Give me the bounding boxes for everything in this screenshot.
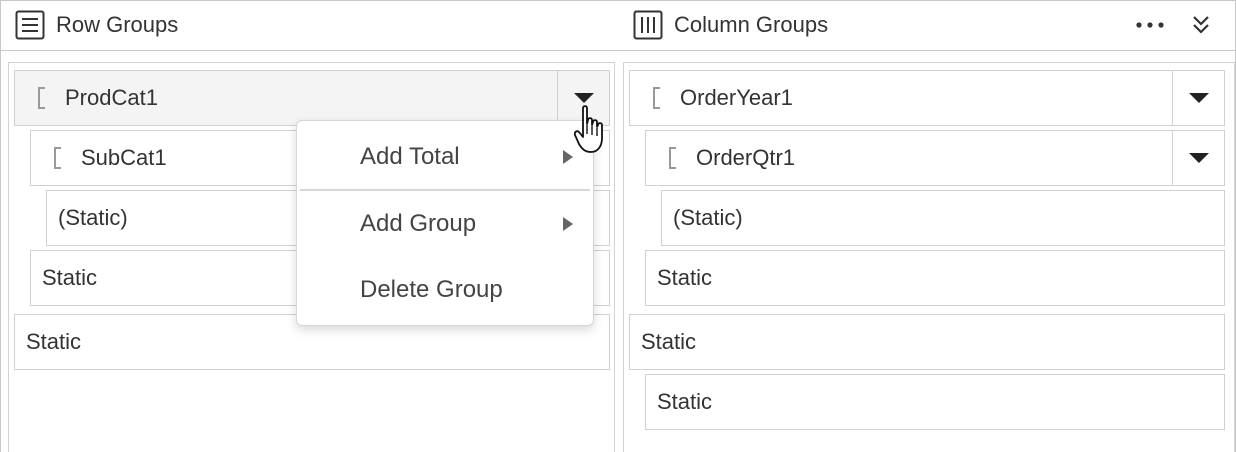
caret-down-icon bbox=[1188, 93, 1209, 103]
static-label: Static bbox=[657, 265, 713, 290]
group-node-orderqtr[interactable]: OrderQtr1 bbox=[645, 130, 1225, 186]
group-label: ProdCat1 bbox=[65, 85, 158, 110]
row-groups-header: Row Groups bbox=[14, 1, 178, 49]
static-node[interactable]: Static bbox=[645, 250, 1225, 306]
column-groups-title: Column Groups bbox=[674, 12, 829, 37]
submenu-arrow-icon bbox=[563, 150, 573, 164]
static-node[interactable]: (Static) bbox=[661, 190, 1225, 246]
list-icon bbox=[14, 9, 46, 41]
submenu-arrow-icon bbox=[563, 217, 573, 231]
static-label: (Static) bbox=[58, 205, 128, 230]
static-label: (Static) bbox=[673, 205, 743, 230]
menu-divider bbox=[300, 189, 590, 191]
column-groups-header: Column Groups bbox=[632, 1, 828, 49]
bracket-icon bbox=[54, 147, 61, 169]
static-node[interactable]: Static bbox=[645, 374, 1225, 430]
group-context-menu: Add Total Add Group Delete Group bbox=[296, 120, 594, 326]
more-horizontal-icon bbox=[1136, 22, 1164, 28]
group-label: OrderQtr1 bbox=[696, 145, 796, 170]
collapse-panel-button[interactable] bbox=[1183, 7, 1219, 43]
columns-icon bbox=[632, 9, 664, 41]
hand-cursor-icon bbox=[574, 105, 603, 153]
menu-item-label: Add Group bbox=[360, 210, 477, 237]
group-dropdown-button[interactable] bbox=[1172, 71, 1224, 125]
bracket-icon bbox=[669, 147, 676, 169]
group-panel-header: Row Groups Column Groups bbox=[1, 1, 1235, 51]
static-label: Static bbox=[26, 329, 82, 354]
menu-item-add-group[interactable]: Add Group bbox=[297, 193, 593, 255]
menu-item-label: Add Total bbox=[360, 143, 460, 170]
static-label: Static bbox=[641, 329, 697, 354]
bracket-icon bbox=[653, 87, 660, 109]
caret-down-icon bbox=[573, 93, 594, 103]
menu-item-label: Delete Group bbox=[360, 276, 503, 303]
static-label: Static bbox=[657, 389, 713, 414]
caret-down-icon bbox=[1188, 153, 1209, 163]
double-chevron-down-icon bbox=[1193, 16, 1209, 34]
row-groups-title: Row Groups bbox=[56, 12, 179, 37]
bracket-icon bbox=[38, 87, 45, 109]
group-label: SubCat1 bbox=[81, 145, 167, 170]
group-label: OrderYear1 bbox=[680, 85, 793, 110]
static-node[interactable]: Static bbox=[629, 314, 1225, 370]
menu-item-delete-group[interactable]: Delete Group bbox=[297, 259, 593, 321]
group-dropdown-button[interactable] bbox=[1172, 131, 1224, 185]
more-options-button[interactable] bbox=[1132, 7, 1168, 43]
group-node-prodcat[interactable]: ProdCat1 bbox=[14, 70, 610, 126]
static-label: Static bbox=[42, 265, 98, 290]
group-node-orderyear[interactable]: OrderYear1 bbox=[629, 70, 1225, 126]
column-groups-pane: OrderYear1 OrderQtr1 (Static) Static Sta… bbox=[623, 62, 1235, 452]
menu-item-add-total[interactable]: Add Total bbox=[297, 126, 593, 188]
